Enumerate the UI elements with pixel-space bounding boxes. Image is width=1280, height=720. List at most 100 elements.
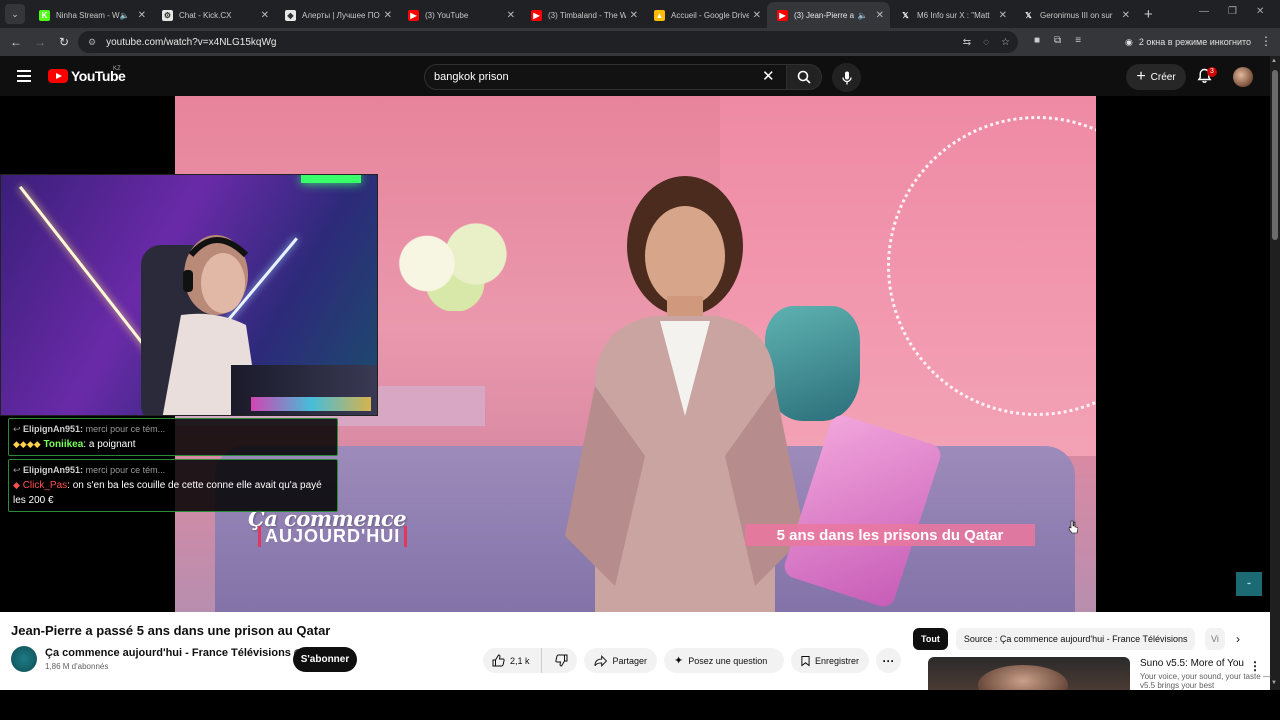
recommended-thumbnail[interactable] — [928, 657, 1130, 690]
reload-icon[interactable]: ↻ — [52, 35, 76, 49]
chip-clipped[interactable]: Vi — [1205, 628, 1225, 650]
recommended-more-icon[interactable]: ⋮ — [1249, 659, 1261, 673]
extensions-puzzle-icon[interactable]: ⧉ — [1054, 35, 1061, 46]
share-button[interactable]: Partager — [584, 648, 657, 673]
create-button[interactable]: + Créer — [1126, 64, 1186, 90]
restore-icon[interactable]: ❐ — [1228, 6, 1237, 17]
browser-tab[interactable]: 𝕏 M6 Info sur X : "Matt ✕ — [890, 2, 1013, 28]
tab-close-icon[interactable]: ✕ — [1122, 10, 1130, 21]
tab-audio-icon[interactable]: 🔈 — [858, 11, 868, 20]
browser-tab[interactable]: K Ninha Stream - W 🔈 ✕ — [29, 2, 152, 28]
dislike-button[interactable] — [547, 654, 577, 667]
ask-label: Posez une question — [688, 655, 768, 666]
tab-favicon-icon: 𝕏 — [900, 9, 911, 21]
hand-cursor-icon — [1068, 520, 1078, 534]
tab-title: M6 Info sur X : "Matt — [917, 10, 990, 20]
translate-icon[interactable]: ⇆ — [963, 37, 971, 48]
account-avatar[interactable] — [1233, 67, 1253, 87]
tab-title: (3) Jean-Pierre a — [794, 10, 855, 20]
browser-menu-icon[interactable]: ⋮ — [1260, 34, 1272, 48]
chip-all[interactable]: Tout — [913, 628, 948, 650]
tab-close-icon[interactable]: ✕ — [261, 10, 269, 21]
chat-reply-text: merci pour ce tém... — [85, 424, 166, 434]
page-scrollbar[interactable]: ▲ ▼ — [1270, 56, 1280, 690]
tab-title: Алерты | Лучшее ПО — [302, 10, 380, 20]
channel-watermark-icon[interactable]: ▪▪ — [1236, 572, 1262, 596]
tab-title: Ninha Stream - W — [56, 10, 120, 20]
search-input-value: bangkok prison — [434, 71, 509, 83]
tab-close-icon[interactable]: ✕ — [753, 10, 761, 21]
chat-reply-user: ElipignAn951: — [23, 424, 84, 434]
incognito-label: 2 окна в режиме инкогнито — [1138, 37, 1252, 47]
incognito-indicator[interactable]: ◉ 2 окна в режиме инкогнито — [1117, 32, 1259, 52]
search-input[interactable]: bangkok prison — [424, 64, 788, 90]
menu-hamburger-icon[interactable] — [17, 70, 31, 85]
channel-avatar[interactable] — [11, 646, 37, 672]
new-tab-plus-icon[interactable]: + — [1144, 6, 1153, 23]
tab-favicon-icon: ▶ — [531, 9, 542, 21]
address-bar[interactable]: ⚙ youtube.com/watch?v=x4NLG15kqWg ⇆ ◌ ☆ — [78, 31, 1018, 53]
thumbnail-face — [978, 665, 1068, 690]
tab-search-chevron-icon[interactable]: ⌄ — [5, 4, 25, 24]
back-arrow-icon[interactable]: ← — [4, 35, 28, 49]
tab-close-icon[interactable]: ✕ — [384, 10, 392, 21]
tab-favicon-icon: ◆ — [285, 9, 296, 21]
recommended-description: Your voice, your sound, your taste — v5.… — [1140, 672, 1271, 690]
scrollbar-thumb[interactable] — [1272, 70, 1278, 240]
tab-close-icon[interactable]: ✕ — [999, 10, 1007, 21]
tab-close-icon[interactable]: ✕ — [630, 10, 638, 21]
channel-name: Ça commence aujourd'hui - France Télévis… — [45, 647, 291, 659]
scroll-up-arrow-icon[interactable]: ▲ — [1271, 58, 1277, 64]
eye-off-icon[interactable]: ◌ — [983, 37, 989, 48]
save-button[interactable]: Enregistrer — [791, 648, 869, 673]
extension-icon[interactable]: ■ — [1034, 35, 1040, 46]
tab-favicon-icon: ▲ — [654, 9, 665, 21]
tab-favicon-icon: ⚙ — [162, 9, 173, 21]
tab-audio-icon[interactable]: 🔈 — [120, 11, 130, 20]
ask-question-button[interactable]: ✦ Posez une question — [664, 648, 784, 673]
channel-name-row[interactable]: Ça commence aujourd'hui - France Télévis… — [45, 647, 302, 659]
browser-tab[interactable]: ▶ (3) Timbaland - The W ✕ — [521, 2, 644, 28]
video-lower-third-caption: 5 ans dans les prisons du Qatar — [745, 524, 1035, 546]
chip-source[interactable]: Source : Ça commence aujourd'hui - Franc… — [955, 628, 1196, 650]
tab-favicon-icon: ▶ — [777, 9, 788, 21]
recommended-title[interactable]: Suno v5.5: More of You — [1140, 658, 1244, 669]
bookmark-star-icon[interactable]: ☆ — [1001, 37, 1010, 48]
save-label: Enregistrer — [814, 655, 859, 666]
subscribe-button[interactable]: S'abonner — [293, 647, 357, 672]
search-icon — [797, 70, 811, 84]
youtube-header: YouTube KZ bangkok prison ✕ + Créer 3 — [0, 56, 1270, 96]
browser-tab[interactable]: ▶ (3) YouTube ✕ — [398, 2, 521, 28]
browser-tab[interactable]: ▶ (3) Jean-Pierre a 🔈 ✕ — [767, 2, 890, 28]
tab-title: Chat - Kick.CX — [179, 10, 232, 20]
youtube-logo[interactable]: YouTube KZ — [48, 66, 126, 84]
share-arrow-icon — [594, 654, 608, 667]
share-label: Partager — [612, 655, 647, 666]
chat-reply-line: ↩ ElipignAn951: merci pour ce tém... — [13, 424, 166, 434]
browser-toolbar: ← → ↻ ⚙ youtube.com/watch?v=x4NLG15kqWg … — [0, 28, 1280, 56]
create-label: Créer — [1150, 71, 1176, 83]
tab-close-icon[interactable]: ✕ — [138, 10, 146, 21]
minimize-icon[interactable]: — — [1199, 6, 1209, 17]
browser-tab[interactable]: ◆ Алерты | Лучшее ПО ✕ — [275, 2, 398, 28]
browser-tab[interactable]: ▲ Accueil - Google Drive ✕ — [644, 2, 767, 28]
more-actions-icon[interactable]: ··· — [876, 648, 901, 673]
tab-close-icon[interactable]: ✕ — [876, 10, 884, 21]
browser-tab[interactable]: 𝕏 Geronimus III on sur ✕ — [1013, 2, 1136, 28]
tab-close-icon[interactable]: ✕ — [507, 10, 515, 21]
voice-search-button[interactable] — [832, 63, 861, 92]
clear-search-icon[interactable]: ✕ — [762, 67, 775, 85]
plus-icon: + — [1136, 68, 1146, 85]
video-scene-flowers — [385, 216, 525, 311]
chat-badge-icon: ◆ — [13, 480, 20, 490]
forward-arrow-icon[interactable]: → — [28, 35, 52, 49]
search-button[interactable] — [786, 64, 822, 90]
youtube-play-icon — [48, 69, 68, 83]
thumbs-down-icon — [555, 654, 568, 667]
reading-list-icon[interactable]: ≡ — [1075, 35, 1081, 46]
close-window-icon[interactable]: ✕ — [1256, 6, 1264, 17]
like-button[interactable]: 2,1 k — [483, 648, 542, 673]
site-info-icon[interactable]: ⚙ — [88, 37, 96, 48]
browser-tab[interactable]: ⚙ Chat - Kick.CX ✕ — [152, 2, 275, 28]
chips-next-chevron-icon[interactable]: › — [1236, 632, 1240, 646]
